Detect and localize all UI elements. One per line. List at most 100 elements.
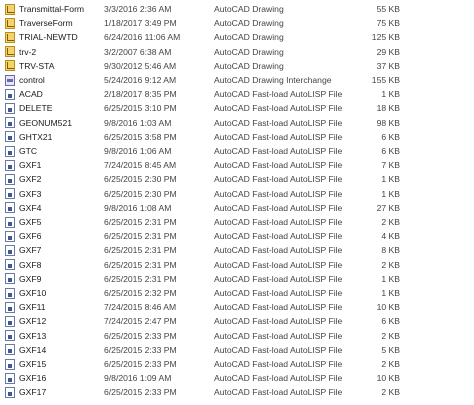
- autolisp-fas-icon: [5, 273, 15, 285]
- autolisp-fas-icon: [5, 301, 15, 313]
- file-row[interactable]: GXF7 6/25/2015 2:31 PM AutoCAD Fast-load…: [0, 243, 474, 257]
- file-date-modified: 6/25/2015 2:31 PM: [104, 273, 177, 284]
- autolisp-fas-icon: [5, 202, 15, 214]
- file-type: AutoCAD Fast-load AutoLISP File: [214, 160, 343, 171]
- file-type: AutoCAD Fast-load AutoLISP File: [214, 89, 343, 100]
- file-row[interactable]: GXF8 6/25/2015 2:31 PM AutoCAD Fast-load…: [0, 258, 474, 272]
- file-size: 4 KB: [381, 231, 400, 242]
- file-row[interactable]: GXF4 9/8/2016 1:08 AM AutoCAD Fast-load …: [0, 201, 474, 215]
- file-row[interactable]: GEONUM521 9/8/2016 1:03 AM AutoCAD Fast-…: [0, 116, 474, 130]
- file-size: 1 KB: [381, 89, 400, 100]
- file-name: control: [19, 75, 45, 85]
- file-date-modified: 3/3/2016 2:36 AM: [104, 4, 172, 14]
- file-row[interactable]: GXF3 6/25/2015 2:30 PM AutoCAD Fast-load…: [0, 187, 474, 201]
- file-row[interactable]: GTC 9/8/2016 1:06 AM AutoCAD Fast-load A…: [0, 144, 474, 158]
- file-type: AutoCAD Fast-load AutoLISP File: [214, 117, 343, 128]
- autocad-drawing-icon: [5, 46, 15, 58]
- file-date-modified: 6/24/2016 11:06 AM: [104, 32, 181, 43]
- autolisp-fas-icon: [5, 230, 15, 242]
- file-type: AutoCAD Drawing Interchange: [214, 75, 332, 85]
- autolisp-fas-icon: [5, 88, 15, 100]
- autolisp-fas-icon: [5, 145, 15, 157]
- file-size: 2 KB: [381, 359, 400, 369]
- autolisp-fas-icon: [5, 330, 15, 342]
- file-row[interactable]: control 5/24/2016 9:12 AM AutoCAD Drawin…: [0, 73, 474, 87]
- file-row[interactable]: Transmittal-Form 3/3/2016 2:36 AM AutoCA…: [0, 2, 474, 16]
- file-name: GXF15: [19, 359, 47, 369]
- file-name: GHTX21: [19, 131, 53, 142]
- file-name: GXF6: [19, 231, 42, 242]
- file-type: AutoCAD Fast-load AutoLISP File: [214, 302, 343, 313]
- file-type: AutoCAD Fast-load AutoLISP File: [214, 174, 343, 185]
- file-row[interactable]: TRV-STA 9/30/2012 5:46 AM AutoCAD Drawin…: [0, 59, 474, 73]
- file-row[interactable]: GXF1 7/24/2015 8:45 AM AutoCAD Fast-load…: [0, 158, 474, 172]
- file-size: 10 KB: [376, 373, 400, 384]
- file-size: 27 KB: [376, 202, 400, 213]
- file-type: AutoCAD Fast-load AutoLISP File: [214, 288, 343, 298]
- file-date-modified: 6/25/2015 2:33 PM: [104, 387, 177, 398]
- file-size: 75 KB: [376, 18, 400, 29]
- file-row[interactable]: GXF6 6/25/2015 2:31 PM AutoCAD Fast-load…: [0, 229, 474, 243]
- file-row[interactable]: trv-2 3/2/2007 6:38 AM AutoCAD Drawing 2…: [0, 45, 474, 59]
- file-date-modified: 9/8/2016 1:06 AM: [104, 146, 172, 156]
- file-size: 2 KB: [381, 259, 400, 270]
- autolisp-fas-icon: [5, 386, 15, 398]
- file-row[interactable]: GXF2 6/25/2015 2:30 PM AutoCAD Fast-load…: [0, 172, 474, 186]
- file-name: GXF17: [19, 387, 47, 398]
- file-size: 2 KB: [381, 217, 400, 227]
- file-type: AutoCAD Fast-load AutoLISP File: [214, 316, 343, 327]
- file-date-modified: 3/2/2007 6:38 AM: [104, 46, 172, 57]
- file-name: GXF4: [19, 202, 42, 213]
- autolisp-fas-icon: [5, 173, 15, 185]
- file-date-modified: 7/24/2015 8:45 AM: [104, 160, 177, 171]
- file-row[interactable]: GXF15 6/25/2015 2:33 PM AutoCAD Fast-loa…: [0, 357, 474, 371]
- file-size: 10 KB: [376, 302, 400, 313]
- file-row[interactable]: GHTX21 6/25/2015 3:58 PM AutoCAD Fast-lo…: [0, 130, 474, 144]
- file-row[interactable]: GXF16 9/8/2016 1:09 AM AutoCAD Fast-load…: [0, 371, 474, 385]
- file-name: GXF16: [19, 373, 47, 384]
- file-size: 1 KB: [381, 188, 400, 199]
- file-size: 29 KB: [376, 46, 400, 57]
- file-name: GXF5: [19, 217, 42, 227]
- file-size: 2 KB: [381, 387, 400, 398]
- file-name: ACAD: [19, 89, 43, 100]
- file-date-modified: 5/24/2016 9:12 AM: [104, 75, 177, 85]
- file-name: GXF11: [19, 302, 46, 313]
- file-date-modified: 6/25/2015 2:33 PM: [104, 330, 177, 341]
- file-type: AutoCAD Fast-load AutoLISP File: [214, 344, 343, 355]
- file-name: GXF13: [19, 330, 47, 341]
- file-date-modified: 7/24/2015 2:47 PM: [104, 316, 177, 327]
- file-name: GXF9: [19, 273, 42, 284]
- file-size: 1 KB: [381, 288, 400, 298]
- file-date-modified: 9/8/2016 1:03 AM: [104, 117, 172, 128]
- file-type: AutoCAD Drawing: [214, 4, 284, 14]
- file-size: 6 KB: [381, 131, 400, 142]
- file-type: AutoCAD Fast-load AutoLISP File: [214, 373, 343, 384]
- file-row[interactable]: GXF14 6/25/2015 2:33 PM AutoCAD Fast-loa…: [0, 343, 474, 357]
- file-row[interactable]: GXF13 6/25/2015 2:33 PM AutoCAD Fast-loa…: [0, 329, 474, 343]
- file-row[interactable]: GXF9 6/25/2015 2:31 PM AutoCAD Fast-load…: [0, 272, 474, 286]
- file-row[interactable]: TraverseForm 1/18/2017 3:49 PM AutoCAD D…: [0, 16, 474, 30]
- file-type: AutoCAD Fast-load AutoLISP File: [214, 387, 343, 398]
- file-row[interactable]: GXF5 6/25/2015 2:31 PM AutoCAD Fast-load…: [0, 215, 474, 229]
- file-type: AutoCAD Fast-load AutoLISP File: [214, 188, 343, 199]
- file-row[interactable]: GXF11 7/24/2015 8:46 AM AutoCAD Fast-loa…: [0, 300, 474, 314]
- file-row[interactable]: DELETE 6/25/2015 3:10 PM AutoCAD Fast-lo…: [0, 101, 474, 115]
- file-row[interactable]: GXF12 7/24/2015 2:47 PM AutoCAD Fast-loa…: [0, 314, 474, 328]
- file-row[interactable]: GXF10 6/25/2015 2:32 PM AutoCAD Fast-loa…: [0, 286, 474, 300]
- file-date-modified: 7/24/2015 8:46 AM: [104, 302, 177, 313]
- file-name: GXF3: [19, 188, 42, 199]
- file-date-modified: 6/25/2015 3:10 PM: [104, 103, 177, 114]
- file-row[interactable]: ACAD 2/18/2017 8:35 PM AutoCAD Fast-load…: [0, 87, 474, 101]
- file-type: AutoCAD Fast-load AutoLISP File: [214, 146, 343, 156]
- file-date-modified: 6/25/2015 2:31 PM: [104, 259, 177, 270]
- file-type: AutoCAD Drawing: [214, 60, 284, 71]
- autolisp-fas-icon: [5, 244, 15, 256]
- file-row[interactable]: GXF17 6/25/2015 2:33 PM AutoCAD Fast-loa…: [0, 385, 474, 399]
- file-row[interactable]: TRIAL-NEWTD 6/24/2016 11:06 AM AutoCAD D…: [0, 30, 474, 44]
- file-size: 18 KB: [376, 103, 400, 114]
- file-name: Transmittal-Form: [19, 4, 85, 14]
- file-size: 55 KB: [376, 4, 400, 14]
- file-type: AutoCAD Fast-load AutoLISP File: [214, 359, 343, 369]
- file-size: 155 KB: [371, 75, 400, 85]
